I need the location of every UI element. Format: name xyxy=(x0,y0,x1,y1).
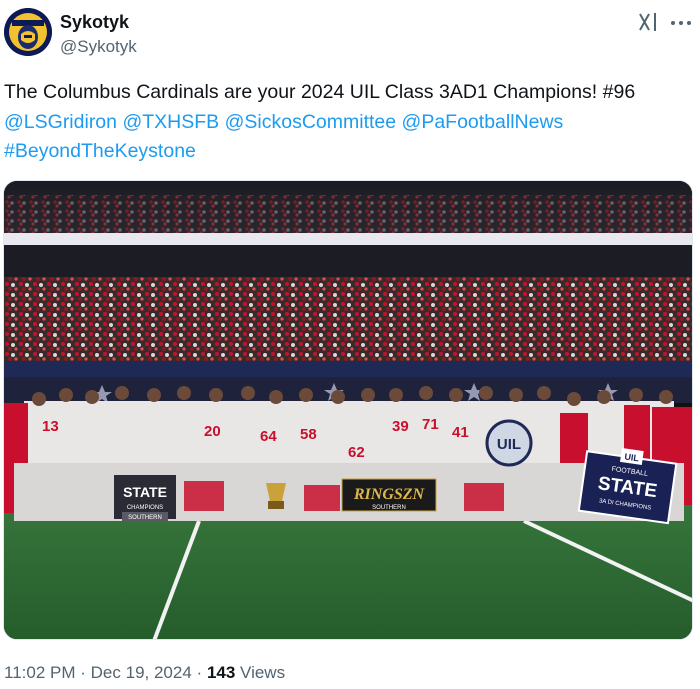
svg-text:SOUTHERN: SOUTHERN xyxy=(128,515,162,521)
tweet-time[interactable]: 11:02 PM xyxy=(4,663,76,682)
svg-text:SOUTHERN: SOUTHERN xyxy=(372,505,406,511)
tweet-header: Sykotyk @Sykotyk xyxy=(0,0,700,70)
stadium-team-photo: 13 20 64 58 62 41 71 39 UIL STATE CHAMPI… xyxy=(4,181,692,639)
author-handle[interactable]: @Sykotyk xyxy=(60,36,137,58)
tweet-text-body: The Columbus Cardinals are your 2024 UIL… xyxy=(4,81,636,103)
tweet-text: The Columbus Cardinals are your 2024 UIL… xyxy=(4,78,694,167)
trophy xyxy=(266,483,286,509)
ringszn-banner: RINGSZN SOUTHERN xyxy=(341,478,437,512)
svg-text:CHAMPIONS: CHAMPIONS xyxy=(127,505,163,511)
avatar[interactable] xyxy=(4,8,52,56)
author-block: Sykotyk @Sykotyk xyxy=(60,10,137,58)
svg-text:STATE: STATE xyxy=(123,484,167,500)
views-count: 143 xyxy=(206,663,236,682)
grok-icon[interactable] xyxy=(636,10,660,34)
tweet-photo[interactable]: 13 20 64 58 62 41 71 39 UIL STATE CHAMPI… xyxy=(3,180,693,640)
jersey-number: 20 xyxy=(204,423,221,440)
tweet-meta: 11:02 PM · Dec 19, 2024 · 143 Views xyxy=(4,662,285,684)
mention-link[interactable]: @SickosCommittee xyxy=(225,111,397,133)
jersey-number: 71 xyxy=(422,416,439,433)
jersey-number: 41 xyxy=(452,424,469,441)
author-display-name[interactable]: Sykotyk xyxy=(60,10,137,34)
views-label: Views xyxy=(240,663,286,682)
meta-separator: · xyxy=(80,663,86,682)
svg-text:RINGSZN: RINGSZN xyxy=(353,486,426,503)
uil-logo-sign: UIL xyxy=(485,419,533,467)
jersey-number: 64 xyxy=(260,428,277,445)
meta-separator: · xyxy=(196,663,203,682)
jersey-number: 13 xyxy=(42,418,59,435)
jersey-number: 58 xyxy=(300,426,317,443)
hashtag-link[interactable]: #BeyondTheKeystone xyxy=(4,140,196,162)
mention-link[interactable]: @TXHSFB xyxy=(122,111,219,133)
more-icon[interactable] xyxy=(668,10,694,34)
team-logo-avatar-icon xyxy=(4,8,52,56)
tweet-date[interactable]: Dec 19, 2024 xyxy=(91,663,192,682)
svg-text:UIL: UIL xyxy=(624,452,640,464)
svg-text:UIL: UIL xyxy=(497,436,521,453)
mention-link[interactable]: @PaFootballNews xyxy=(402,111,564,133)
mention-link[interactable]: @LSGridiron xyxy=(4,111,117,133)
jersey-number: 62 xyxy=(348,444,365,461)
jersey-number: 39 xyxy=(392,418,409,435)
state-champions-banner-left: STATE CHAMPIONS SOUTHERN xyxy=(114,475,176,521)
